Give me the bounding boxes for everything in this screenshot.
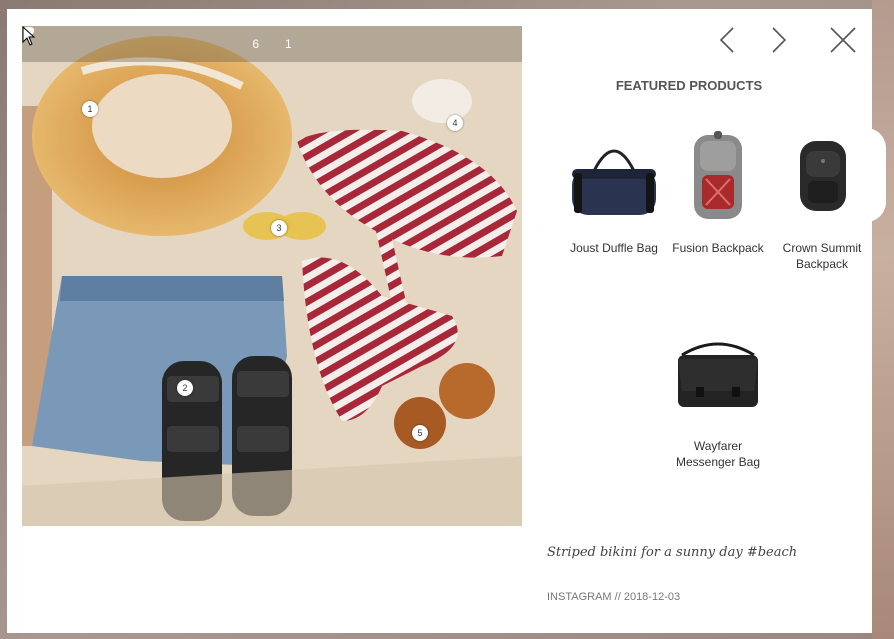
comments-stat: 1 [23,26,292,51]
product-card[interactable]: Wayfarer Messenger Bag [668,329,768,470]
page-backdrop [872,0,894,639]
product-hotspot[interactable]: 2 [177,380,193,396]
chevron-left-icon [719,27,734,53]
post-date: 2018-12-03 [623,591,681,603]
product-name: Crown Summit Backpack [782,241,862,271]
post-photo: 6 1 1 2 3 4 5 [22,26,522,526]
product-card[interactable]: Fusion Backpack [668,131,768,256]
chevron-right-icon [772,27,787,53]
product-hotspot[interactable]: 5 [412,425,428,441]
beach-scene-image [22,26,522,526]
meta-separator: // [614,591,621,603]
post-modal: 6 1 1 2 3 4 5 FEATURED PRODUCTS Joust Du… [7,9,872,633]
post-stats-bar: 6 1 [22,26,522,62]
featured-products-title: FEATURED PRODUCTS [615,78,763,93]
mouse-cursor-icon [22,26,36,46]
backpack-image [694,131,742,219]
messenger-bag-image [678,342,758,407]
post-caption: Striped bikini for a sunny day #beach [547,545,798,560]
product-card[interactable]: Crown Summit Backpack [772,131,872,272]
close-icon [830,27,856,53]
duffle-bag-image [572,149,656,215]
product-name: Joust Duffle Bag [570,241,658,255]
next-post-button[interactable] [765,25,791,55]
post-meta: INSTAGRAM // 2018-12-03 [547,591,680,603]
backpack-image [800,141,846,211]
product-hotspot[interactable]: 1 [82,101,98,117]
product-name: Fusion Backpack [672,241,764,255]
product-card[interactable]: Joust Duffle Bag [564,131,664,256]
previous-post-button[interactable] [715,25,741,55]
product-name: Wayfarer Messenger Bag [675,439,761,469]
product-hotspot[interactable]: 4 [447,115,463,131]
close-modal-button[interactable] [828,25,858,55]
likes-count: 6 [252,37,259,51]
likes-stat: 6 [22,27,259,51]
product-hotspot[interactable]: 3 [271,220,287,236]
post-source: INSTAGRAM [547,591,612,603]
comments-count: 1 [285,37,292,51]
